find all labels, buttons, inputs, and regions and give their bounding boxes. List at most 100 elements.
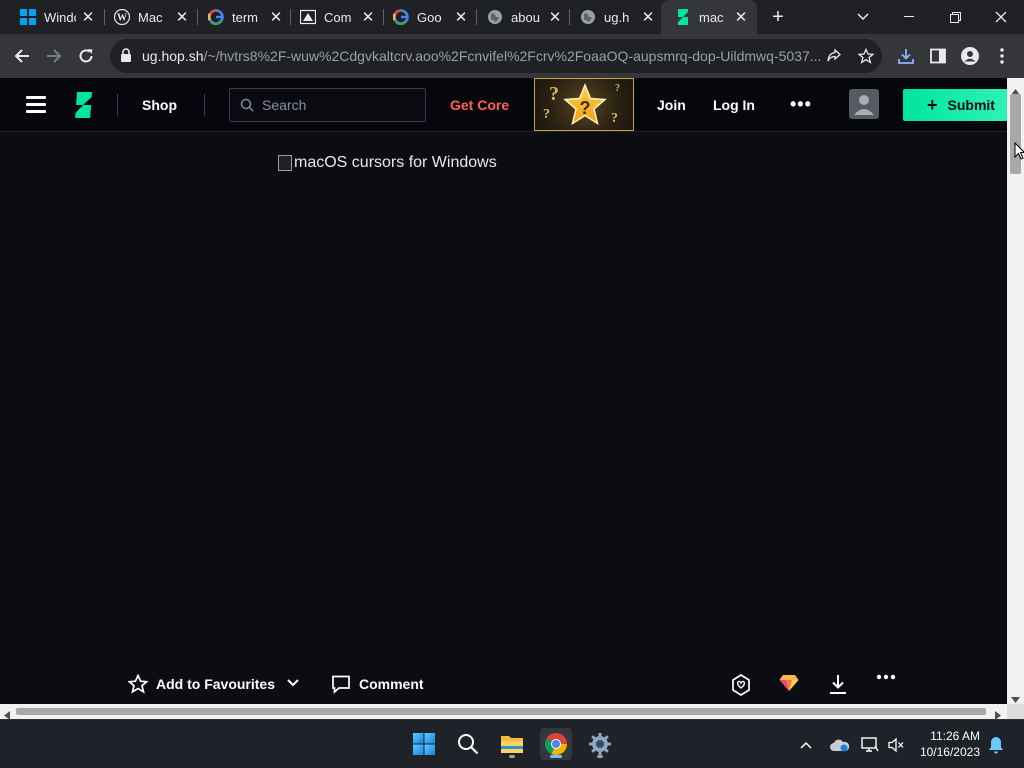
shop-link[interactable]: Shop xyxy=(142,97,177,113)
browser-tab[interactable]: W Mac ✕ xyxy=(94,0,198,34)
browser-tab[interactable]: Com ✕ xyxy=(280,0,384,34)
download-icon[interactable] xyxy=(894,44,918,68)
deviation-image[interactable]: macOS cursors for Windows xyxy=(278,154,497,172)
more-options-icon[interactable] xyxy=(876,674,904,680)
url-path: /~/hvtrs8%2F-wuw%2Cdgvkaltcrv.aoo%2Fcnvi… xyxy=(203,48,822,64)
core-gem-icon[interactable] xyxy=(779,674,807,692)
reload-button[interactable] xyxy=(72,42,100,70)
system-clock[interactable]: 11:26 AM 10/16/2023 xyxy=(916,728,980,760)
comment-icon xyxy=(332,675,350,694)
chrome-taskbar-button[interactable] xyxy=(540,728,572,760)
forward-button[interactable] xyxy=(40,42,68,70)
download-icon[interactable] xyxy=(828,674,856,696)
network-display-icon[interactable] xyxy=(860,735,880,755)
search-icon xyxy=(240,98,254,112)
plus-icon: + xyxy=(927,94,938,115)
tab-title: Windo xyxy=(44,9,76,25)
bookmark-star-icon[interactable] xyxy=(856,46,876,66)
gift-badge-icon[interactable] xyxy=(731,674,759,696)
mystery-promo-banner[interactable]: ? ? ? ? ? xyxy=(534,78,634,131)
globe-icon xyxy=(580,9,596,25)
close-icon[interactable]: ✕ xyxy=(733,8,749,26)
browser-tab[interactable]: Goo ✕ xyxy=(373,0,477,34)
show-hidden-icons-chevron-icon[interactable] xyxy=(796,735,816,755)
notification-bell-icon[interactable] xyxy=(986,735,1006,755)
browser-tab-strip: Windo ✕ W Mac ✕ term ✕ Com ✕ Goo ✕ xyxy=(0,0,1024,34)
url-text[interactable]: ug.hop.sh/~/hvtrs8%2F-wuw%2Cdgvkaltcrv.a… xyxy=(142,48,832,64)
tab-title: abou xyxy=(511,9,540,25)
join-link[interactable]: Join xyxy=(657,97,686,113)
deviation-action-bar: Add to Favourites Comment xyxy=(0,668,1007,702)
more-menu-icon[interactable]: ••• xyxy=(790,94,812,115)
browser-tab[interactable]: ug.h ✕ xyxy=(560,0,664,34)
browser-tab[interactable]: Windo ✕ xyxy=(0,0,104,34)
browser-tab-active[interactable]: mac ✕ xyxy=(661,0,757,34)
tab-title: Mac xyxy=(138,9,163,25)
running-indicator xyxy=(509,755,515,758)
search-input[interactable] xyxy=(262,95,417,115)
question-mark-icon: ? xyxy=(615,83,620,94)
profile-icon[interactable] xyxy=(958,44,982,68)
share-icon[interactable] xyxy=(824,46,844,66)
web-page: Shop Get Core ? ? ? ? ? Join Log In • xyxy=(0,78,1007,704)
search-icon xyxy=(458,734,479,755)
image-alt-text: macOS cursors for Windows xyxy=(294,154,497,171)
tab-search-chevron-icon[interactable] xyxy=(840,0,886,34)
header-divider xyxy=(204,94,205,116)
svg-text:W: W xyxy=(117,13,127,24)
deviantart-logo-icon[interactable] xyxy=(74,92,94,118)
browser-tab[interactable]: abou ✕ xyxy=(467,0,571,34)
taskbar-search-button[interactable] xyxy=(452,728,484,760)
login-link[interactable]: Log In xyxy=(713,97,755,113)
side-panel-icon[interactable] xyxy=(926,44,950,68)
gear-icon xyxy=(589,733,611,755)
start-button[interactable] xyxy=(408,728,440,760)
minimize-button[interactable] xyxy=(886,0,932,34)
new-tab-button[interactable]: + xyxy=(767,6,789,28)
google-icon xyxy=(393,9,409,25)
question-mark-icon: ? xyxy=(549,83,559,105)
windows-start-icon xyxy=(413,733,435,755)
zoom-icon xyxy=(300,9,316,25)
header-divider xyxy=(117,94,118,116)
clock-date: 10/16/2023 xyxy=(919,745,980,759)
chrome-icon xyxy=(545,733,567,755)
broken-image-icon xyxy=(278,155,292,171)
windows-icon xyxy=(20,9,36,25)
add-to-favourites-button[interactable]: Add to Favourites xyxy=(128,674,275,694)
deviantart-icon xyxy=(675,9,691,25)
horizontal-scroll-thumb[interactable] xyxy=(16,708,986,715)
google-icon xyxy=(208,9,224,25)
site-header: Shop Get Core ? ? ? ? ? Join Log In • xyxy=(0,78,1007,132)
close-icon[interactable]: ✕ xyxy=(640,8,656,26)
onedrive-cloud-icon[interactable] xyxy=(829,735,849,755)
back-button[interactable] xyxy=(8,42,36,70)
file-explorer-button[interactable] xyxy=(496,728,528,760)
volume-muted-icon[interactable] xyxy=(886,735,906,755)
question-mark-icon: ? xyxy=(543,107,550,122)
chrome-menu-icon[interactable] xyxy=(990,44,1014,68)
tab-title: term xyxy=(232,9,258,25)
close-window-button[interactable] xyxy=(978,0,1024,34)
hamburger-menu-icon[interactable] xyxy=(26,96,46,114)
lock-icon[interactable] xyxy=(120,48,134,64)
url-host: ug.hop.sh xyxy=(142,48,204,64)
address-bar[interactable]: ug.hop.sh/~/hvtrs8%2F-wuw%2Cdgvkaltcrv.a… xyxy=(110,39,882,73)
favourite-options-chevron-icon[interactable] xyxy=(286,678,308,688)
submit-button[interactable]: + Submit xyxy=(903,89,1007,121)
get-core-link[interactable]: Get Core xyxy=(450,97,509,113)
browser-tab[interactable]: term ✕ xyxy=(188,0,292,34)
browser-toolbar: ug.hop.sh/~/hvtrs8%2F-wuw%2Cdgvkaltcrv.a… xyxy=(0,34,1024,78)
restore-button[interactable] xyxy=(932,0,978,34)
comment-button[interactable]: Comment xyxy=(331,674,424,694)
vertical-scrollbar[interactable] xyxy=(1007,78,1024,704)
avatar[interactable] xyxy=(849,89,879,119)
star-outline-icon xyxy=(128,674,148,694)
running-indicator xyxy=(597,755,603,758)
wordpress-icon: W xyxy=(114,9,130,25)
search-box[interactable] xyxy=(229,88,426,122)
horizontal-scrollbar[interactable] xyxy=(0,704,1007,720)
submit-label: Submit xyxy=(947,97,995,113)
settings-taskbar-button[interactable] xyxy=(584,728,616,760)
favourite-label: Add to Favourites xyxy=(156,676,276,692)
